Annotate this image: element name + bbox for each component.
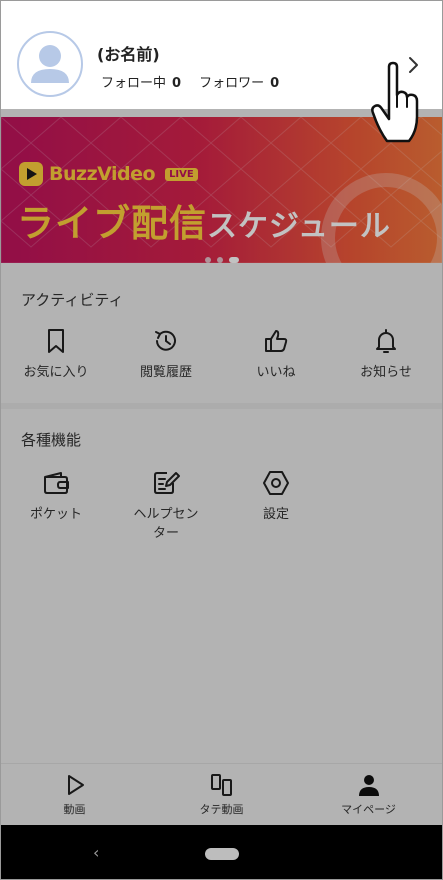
person-icon: [358, 775, 379, 796]
phone-frame: (お名前) フォロー中 0 フォロワー 0 BuzzVideo LIVE ライブ…: [0, 0, 443, 880]
settings-hexagon-icon: [263, 471, 289, 495]
buzzvideo-logo-icon: [19, 162, 43, 186]
activity-notifications[interactable]: お知らせ: [331, 327, 441, 382]
banner-headline-sub: スケジュール: [207, 209, 391, 244]
vertical-video-icon: [210, 774, 232, 796]
banner-headline-main: ライブ配信: [17, 202, 207, 245]
wallet-icon: [44, 472, 69, 494]
activity-label: お知らせ: [360, 365, 412, 380]
bell-icon: [376, 329, 396, 353]
features-section: 各種機能 ポケット ヘルプセン ター 設定: [1, 409, 442, 609]
tab-videos[interactable]: 動画: [1, 772, 148, 817]
tap-hand-icon: [371, 61, 419, 143]
carousel-dot[interactable]: [204, 257, 211, 263]
system-nav-bar: ‹: [1, 825, 442, 879]
bookmark-icon: [48, 329, 64, 353]
play-icon: [67, 775, 84, 795]
following-label: フォロー中: [101, 76, 167, 91]
followers-label: フォロワー: [199, 76, 265, 91]
profile-name: (お名前): [97, 45, 160, 64]
main-content: BuzzVideo LIVE ライブ配信スケジュール アクティビティ お気に入り…: [1, 109, 442, 825]
feature-settings[interactable]: 設定: [221, 469, 331, 524]
bottom-tab-bar: 動画 タテ動画 マイページ: [1, 763, 442, 825]
banner-logo: BuzzVideo LIVE: [19, 162, 198, 186]
activity-label: お気に入り: [23, 365, 89, 380]
tab-vertical-videos[interactable]: タテ動画: [148, 772, 295, 817]
activity-label: 閲覧履歴: [139, 365, 192, 380]
activity-likes[interactable]: いいね: [221, 327, 331, 382]
live-badge: LIVE: [165, 167, 198, 181]
tab-label: 動画: [63, 803, 86, 816]
thumbs-up-icon: [265, 330, 288, 352]
feature-pocket[interactable]: ポケット: [1, 469, 111, 524]
activity-history[interactable]: 閲覧履歴: [111, 327, 221, 382]
back-icon[interactable]: ‹: [93, 843, 99, 862]
carousel-dot-active[interactable]: [228, 257, 239, 263]
feature-help-center[interactable]: ヘルプセン ター: [111, 469, 221, 543]
following-count: 0: [172, 76, 182, 91]
feature-label: ポケット: [29, 507, 82, 522]
edit-note-icon: [154, 472, 180, 494]
tab-label: マイページ: [341, 803, 396, 816]
banner-headline: ライブ配信スケジュール: [17, 193, 391, 247]
carousel-indicator: [1, 257, 442, 263]
followers-count: 0: [270, 76, 280, 91]
avatar[interactable]: [17, 31, 83, 97]
tab-label: タテ動画: [199, 803, 244, 816]
activity-favorites[interactable]: お気に入り: [1, 327, 111, 382]
history-icon: [155, 330, 176, 351]
banner-brand: BuzzVideo: [49, 163, 156, 185]
person-avatar-icon: [31, 45, 69, 83]
activity-section: アクティビティ お気に入り 閲覧履歴 いいね お知らせ: [1, 271, 442, 403]
section-title: 各種機能: [21, 431, 82, 449]
feature-label: 設定: [262, 507, 289, 522]
section-title: アクティビティ: [21, 291, 124, 309]
follow-stats: フォロー中 0 フォロワー 0: [101, 72, 291, 91]
home-pill-icon[interactable]: [205, 848, 239, 860]
feature-label: ヘルプセン ター: [133, 507, 199, 541]
carousel-dot[interactable]: [216, 257, 223, 263]
activity-label: いいね: [256, 365, 296, 380]
tab-my-page[interactable]: マイページ: [295, 772, 442, 817]
